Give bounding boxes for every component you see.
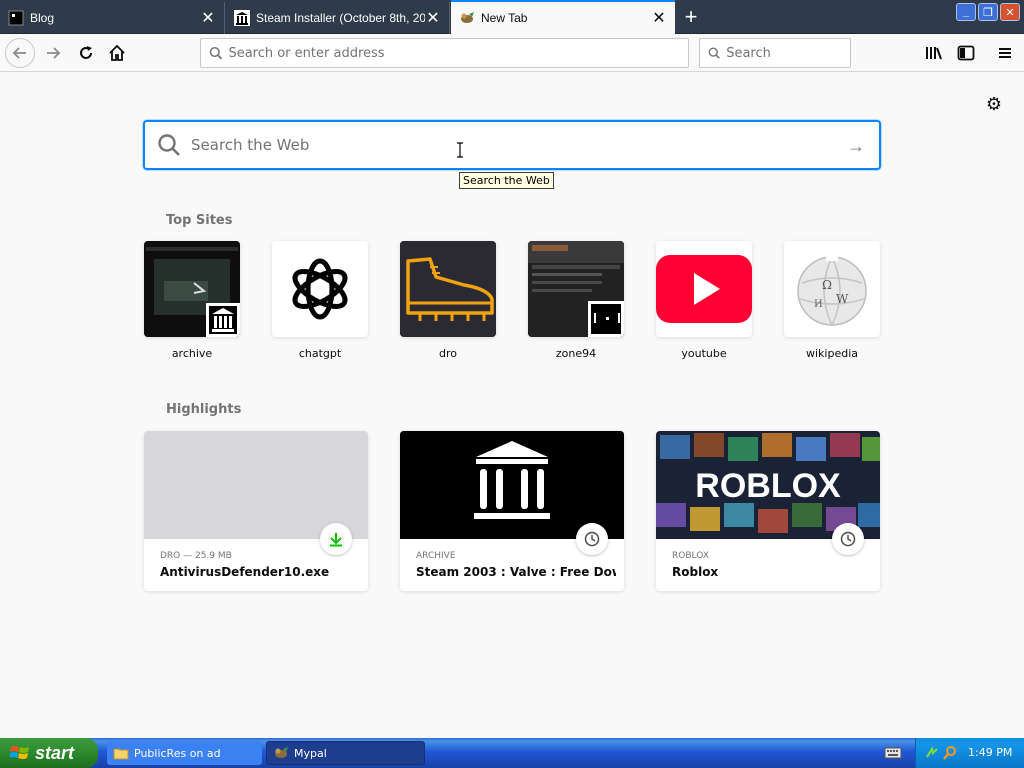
arrow-right-icon (47, 47, 61, 59)
clock-icon (576, 523, 608, 555)
close-icon[interactable]: ✕ (425, 10, 441, 27)
site-thumbnail (528, 241, 624, 337)
tab-strip: Blog ✕ Steam Installer (October 8th, 200… (0, 0, 1024, 34)
blog-icon (8, 10, 24, 26)
boot-icon (400, 241, 496, 337)
chatgpt-logo-icon (272, 241, 368, 337)
highlight-card-download[interactable]: DRO — 25.9 MB AntivirusDefender10.exe (144, 431, 368, 591)
folder-icon (113, 748, 129, 760)
tab-steam-installer[interactable]: Steam Installer (October 8th, 2004) ✕ (226, 2, 450, 34)
highlight-card-roblox[interactable]: ROBLOX ROBLOX Roblox (656, 431, 880, 591)
keyboard-icon[interactable] (884, 746, 902, 760)
highlight-title: AntivirusDefender10.exe (160, 565, 330, 579)
clock-icon (832, 523, 864, 555)
system-tray: 1:49 PM (915, 738, 1024, 768)
web-search-box[interactable]: → (143, 120, 881, 170)
sidebar-icon (957, 45, 975, 61)
search-submit-arrow-icon[interactable]: → (847, 136, 865, 157)
site-label: youtube (681, 347, 727, 360)
highlight-title: Roblox (672, 565, 719, 579)
top-site-wikipedia[interactable]: Ω W И wikipedia (784, 241, 880, 360)
highlight-source: ROBLOX (672, 551, 709, 561)
search-bar[interactable] (699, 38, 851, 68)
close-icon[interactable]: ✕ (651, 10, 667, 27)
mypal-icon (275, 747, 288, 758)
search-tray-icon[interactable] (942, 745, 958, 761)
site-label: zone94 (555, 347, 597, 360)
archive-icon (234, 10, 250, 26)
web-search-input[interactable] (191, 136, 831, 154)
site-label: dro (439, 347, 457, 360)
windows-logo-icon (10, 746, 29, 759)
mypal-icon (459, 10, 475, 26)
top-site-dro[interactable]: dro (400, 241, 496, 360)
svg-text:И: И (814, 299, 823, 310)
maximize-button[interactable]: ❐ (978, 3, 998, 21)
start-button[interactable]: start (0, 738, 98, 768)
search-icon (209, 46, 223, 60)
tooltip: Search the Web (459, 172, 554, 189)
svg-text:Ω: Ω (822, 278, 832, 292)
sidebar-button[interactable] (952, 39, 980, 67)
highlight-source: DRO — 25.9 MB (160, 551, 232, 561)
library-button[interactable] (920, 39, 948, 67)
youtube-logo-icon (656, 241, 752, 337)
taskbar-item-label: PublicRes on ad (134, 746, 221, 760)
site-thumbnail (144, 241, 240, 337)
top-site-archive[interactable]: archive (144, 241, 240, 360)
search-icon (158, 134, 180, 156)
taskbar-item-publicres[interactable]: PublicRes on ad (107, 741, 262, 765)
highlights-heading: Highlights (166, 402, 242, 417)
start-label: start (35, 742, 75, 763)
tab-title: New Tab (481, 11, 528, 25)
back-button[interactable] (5, 38, 35, 68)
tab-new-tab[interactable]: New Tab ✕ (451, 0, 675, 34)
hamburger-menu-icon (999, 48, 1011, 58)
reload-icon (80, 46, 92, 59)
svg-text:W: W (836, 292, 849, 306)
navigation-toolbar (0, 34, 1024, 72)
highlight-source: ARCHIVE (416, 551, 456, 561)
wikipedia-globe-icon: Ω W И (784, 241, 880, 337)
taskbar: start PublicRes on ad Mypal 1:49 PM (0, 738, 1024, 768)
address-bar[interactable] (200, 38, 689, 68)
highlight-title: Steam 2003 : Valve : Free Downl... (416, 565, 616, 579)
home-button[interactable] (103, 39, 131, 67)
library-icon (926, 47, 942, 60)
highlight-card-archive[interactable]: ARCHIVE Steam 2003 : Valve : Free Downl.… (400, 431, 624, 591)
site-label: wikipedia (805, 347, 858, 360)
network-arrows-icon[interactable] (924, 745, 940, 761)
home-icon (109, 44, 125, 61)
top-site-chatgpt[interactable]: chatgpt (272, 241, 368, 360)
new-tab-button[interactable]: + (678, 4, 704, 30)
download-icon (320, 523, 352, 555)
top-site-zone94[interactable]: zone94 (528, 241, 624, 360)
reload-button[interactable] (72, 39, 100, 67)
tab-title: Blog (30, 11, 55, 25)
close-window-button[interactable]: ✕ (1000, 3, 1020, 21)
taskbar-item-label: Mypal (294, 746, 327, 760)
search-input[interactable] (726, 45, 850, 61)
gear-icon[interactable]: ⚙ (984, 94, 1004, 114)
top-site-youtube[interactable]: youtube (656, 241, 752, 360)
search-icon (708, 47, 720, 59)
tab-blog[interactable]: Blog ✕ (0, 2, 225, 34)
site-label: chatgpt (298, 347, 342, 360)
tab-title: Steam Installer (October 8th, 2004) (256, 11, 425, 25)
address-input[interactable] (228, 45, 688, 61)
site-label: archive (171, 347, 213, 360)
close-icon[interactable]: ✕ (200, 10, 216, 27)
clock: 1:49 PM (968, 746, 1013, 759)
minimize-button[interactable]: _ (956, 3, 976, 21)
forward-button[interactable] (39, 39, 67, 67)
top-sites-heading: Top Sites (166, 213, 233, 228)
roblox-wordmark: ROBLOX (695, 467, 841, 505)
text-cursor-icon (457, 142, 463, 158)
arrow-left-icon (12, 47, 26, 59)
taskbar-item-mypal[interactable]: Mypal (266, 741, 425, 765)
menu-button[interactable] (991, 39, 1019, 67)
